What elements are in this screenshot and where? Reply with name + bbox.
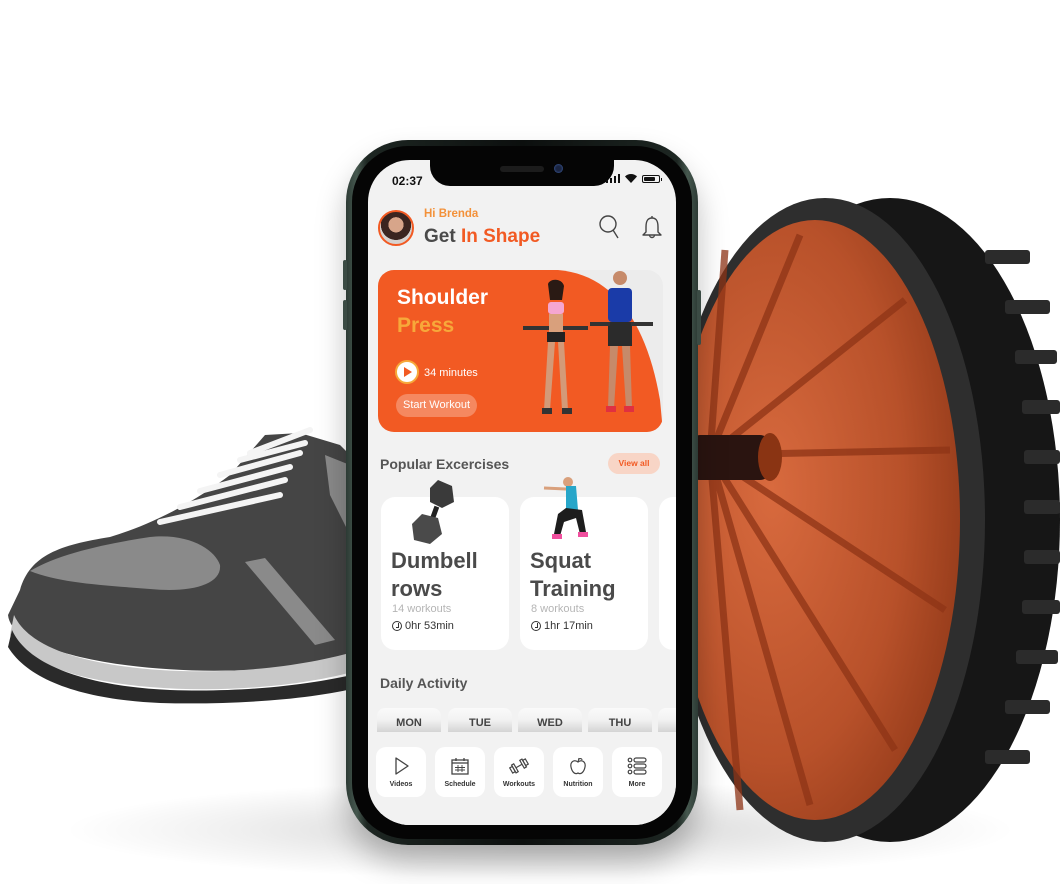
daily-activity-title: Daily Activity [380, 675, 468, 691]
title-prefix: Get [424, 226, 456, 247]
speaker [500, 166, 544, 172]
app-screen: 02:37 Hi Brenda Get In Shape Shoulder Pr… [368, 160, 676, 825]
ab-wheel-image [665, 198, 1060, 842]
bottom-nav: Videos Schedule Workouts Nutrition More [368, 732, 676, 825]
featured-workout-card[interactable]: Shoulder Press 34 minutes Start Workout [378, 270, 663, 432]
nav-videos[interactable]: Videos [376, 747, 426, 797]
exercise-title: Squat Training [530, 548, 616, 601]
day-selector: MON TUE WED THU [368, 708, 676, 732]
athletes-image [523, 271, 653, 414]
nav-schedule[interactable]: Schedule [435, 747, 485, 797]
dumbbell-image [412, 480, 454, 544]
exercise-title: Dumbell rows [391, 548, 478, 601]
volume-button [343, 300, 347, 330]
sneaker-image [8, 427, 360, 704]
day-tab[interactable]: MON [377, 708, 441, 732]
nav-workouts[interactable]: Workouts [494, 747, 544, 797]
hero-title-line2: Press [397, 314, 455, 337]
nav-label: Workouts [502, 781, 536, 788]
play-icon [395, 757, 409, 775]
start-workout-button[interactable]: Start Workout [396, 394, 478, 417]
nav-more[interactable]: More [612, 747, 662, 797]
day-tab-partial[interactable] [658, 708, 676, 732]
exercise-workout-count: 8 workouts [531, 603, 585, 615]
volume-button [343, 260, 347, 290]
view-all-button[interactable]: View all [608, 453, 660, 474]
list-icon [627, 757, 647, 775]
day-tab[interactable]: THU [588, 708, 652, 732]
battery-icon [642, 175, 662, 183]
nav-label: Nutrition [563, 781, 593, 788]
exercise-duration: 1hr 17min [531, 620, 593, 632]
title-accent: In Shape [460, 226, 541, 247]
day-tab[interactable]: TUE [448, 708, 512, 732]
apple-icon [570, 757, 586, 775]
exercise-card-partial[interactable] [659, 497, 676, 650]
search-icon[interactable] [598, 214, 622, 240]
exercise-duration: 0hr 53min [392, 620, 454, 632]
notch [430, 160, 614, 186]
front-camera [554, 164, 563, 173]
avatar[interactable] [378, 210, 414, 246]
dumbbell-icon [509, 758, 529, 774]
hero-title-line1: Shoulder [397, 286, 489, 309]
squat-image [543, 477, 588, 539]
clock-icon [392, 621, 402, 631]
power-button [697, 290, 701, 345]
greeting: Hi Brenda [424, 208, 479, 220]
bell-icon[interactable] [640, 214, 664, 240]
wifi-icon [625, 174, 637, 183]
status-time: 02:37 [392, 174, 423, 188]
nav-label: Schedule [444, 781, 476, 788]
play-icon[interactable] [395, 360, 419, 384]
clock-icon [531, 621, 541, 631]
exercise-workout-count: 14 workouts [392, 603, 452, 615]
status-icons [605, 174, 662, 183]
popular-section-title: Popular Excercises [380, 456, 510, 472]
signal-icon [605, 174, 620, 183]
page-title: Get In Shape [424, 226, 540, 248]
day-tab[interactable]: WED [518, 708, 582, 732]
hero-duration: 34 minutes [424, 367, 478, 379]
calendar-icon [451, 758, 469, 775]
nav-nutrition[interactable]: Nutrition [553, 747, 603, 797]
nav-label: More [628, 781, 646, 788]
nav-label: Videos [389, 781, 413, 788]
